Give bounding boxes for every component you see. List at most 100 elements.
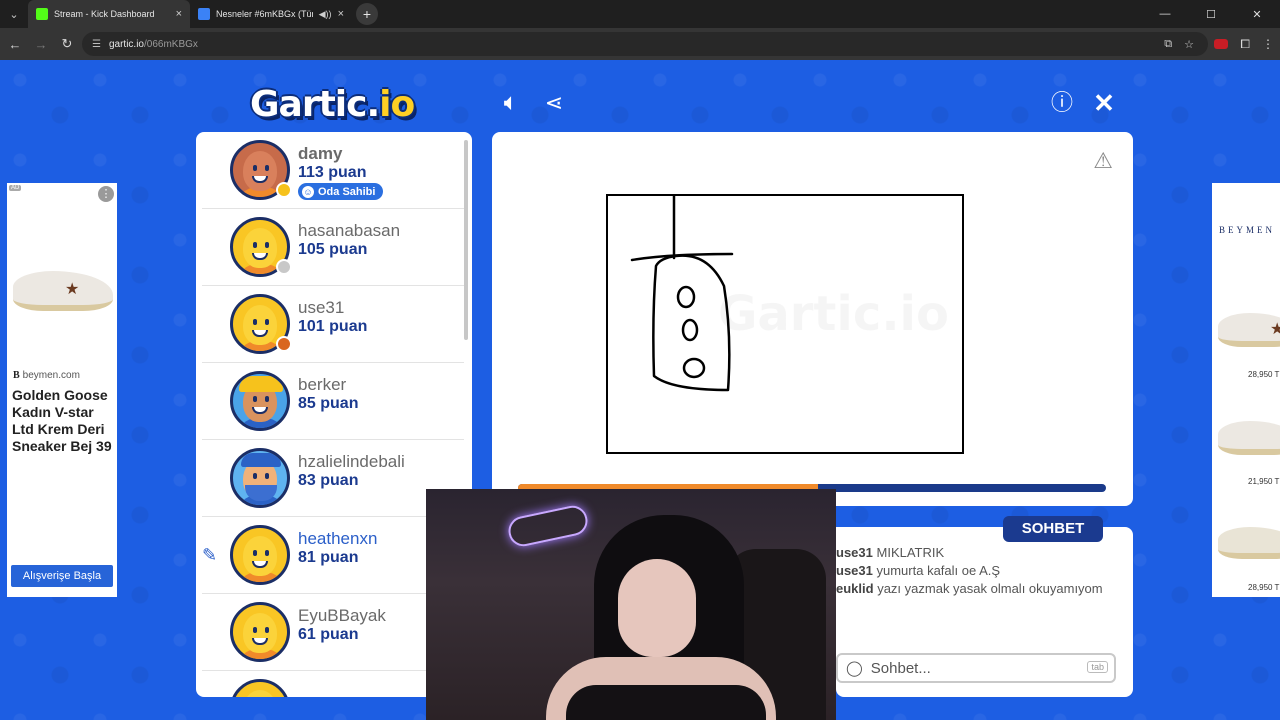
tab-title: Stream - Kick Dashboard	[54, 9, 155, 19]
ad-price: 28,950 T	[1248, 370, 1280, 379]
player-row[interactable]: EyuBBayak 61 puan	[202, 594, 464, 671]
browser-tab-bar: ⌄ Stream - Kick Dashboard × Nesneler #6m…	[0, 0, 1280, 28]
avatar	[230, 371, 290, 431]
bookmark-star-icon[interactable]: ☆	[1184, 38, 1194, 51]
gartic-logo: Gartic.io	[250, 84, 415, 125]
ad-cta-button[interactable]: Alışverişe Başla	[11, 565, 113, 587]
chat-message: use31 yumurta kafalı oe A.Ş	[836, 563, 1001, 578]
chat-message: euklid yazı yazmak yasak olmalı okuyamıy…	[836, 581, 1103, 596]
tab-audio-icon[interactable]: ◀))	[319, 9, 332, 20]
tab-title: Nesneler #6mKBGx (Türkçe	[216, 9, 313, 19]
drawing-canvas[interactable]: Gartic.io	[606, 194, 964, 454]
extension-icon[interactable]	[1214, 39, 1229, 49]
chat-input[interactable]: ◯ Sohbet... tab	[836, 653, 1116, 683]
drawing-panel: ⚠ Gartic.io	[492, 132, 1133, 506]
player-list-scrollbar[interactable]	[464, 140, 468, 340]
webcam-person-face	[618, 559, 696, 657]
sound-icon[interactable]: 🔈︎	[497, 90, 525, 118]
site-info-icon[interactable]: ☰	[92, 39, 101, 50]
player-points: 85 puan	[298, 395, 359, 412]
gartic-favicon-icon	[198, 8, 210, 20]
player-name: EyuBBayak	[298, 606, 386, 625]
address-bar[interactable]: ☰ gartic.io/066mKBGx ⧉ ☆	[82, 32, 1208, 56]
avatar	[230, 602, 290, 662]
left-ad[interactable]: AD ⋮ ★ Bbeymen.com Golden Goose Kadın V-…	[7, 183, 117, 597]
player-row[interactable]: hzalielindebali 83 puan	[202, 440, 464, 517]
player-row[interactable]: hasanabasan 105 puan	[202, 209, 464, 286]
info-icon[interactable]: ⓘ	[1048, 90, 1076, 118]
tab-key-hint: tab	[1087, 661, 1108, 673]
new-tab-button[interactable]: +	[356, 3, 378, 25]
room-owner-badge: ☺ Oda Sahibi	[298, 183, 384, 200]
tab-search-icon[interactable]: ⌄	[0, 8, 28, 21]
chat-message: use31 MIKLATRIK	[836, 545, 945, 560]
player-points: 101 puan	[298, 318, 368, 335]
status-dot	[276, 259, 292, 275]
ad-source: Bbeymen.com	[13, 370, 80, 381]
player-row[interactable]: use31 101 puan	[202, 286, 464, 363]
chat-input-placeholder: Sohbet...	[870, 659, 931, 677]
reload-icon[interactable]: ↻	[54, 36, 80, 52]
right-ad[interactable]: BEYMEN ★ 28,950 T 21,950 T 28,950 T	[1212, 183, 1280, 597]
status-dot	[276, 182, 292, 198]
url-host: gartic.io	[108, 38, 144, 50]
tab-kick-dashboard[interactable]: Stream - Kick Dashboard ×	[28, 0, 190, 28]
player-points: 81 puan	[298, 549, 359, 566]
webcam-neon-sign	[505, 503, 591, 549]
chat-tab[interactable]: SOHBET	[1003, 516, 1103, 542]
player-points: 83 puan	[298, 472, 359, 489]
browser-toolbar: ← → ↻ ☰ gartic.io/066mKBGx ⧉ ☆ ⧠ ⋮	[0, 28, 1280, 60]
ad-price: 28,950 T	[1248, 583, 1280, 592]
player-points: 105 puan	[298, 241, 368, 258]
pencil-icon: ✎	[202, 545, 218, 565]
tab-gartic[interactable]: Nesneler #6mKBGx (Türkçe ◀)) ×	[190, 0, 352, 28]
close-tab-icon[interactable]: ×	[338, 8, 344, 20]
chat-panel: use31 MIKLATRIK use31 yumurta kafalı oe …	[836, 527, 1133, 697]
sneaker-image	[1218, 421, 1280, 455]
player-name: heathenxn	[298, 529, 378, 548]
player-points: 61 puan	[298, 626, 359, 643]
close-window-icon[interactable]: ✕	[1234, 8, 1280, 21]
maximize-icon[interactable]: ☐	[1188, 8, 1234, 21]
share-icon[interactable]: ⋖	[540, 90, 568, 118]
chat-bubble-icon: ◯	[846, 660, 863, 677]
player-row[interactable]: damy 113 puan ☺ Oda Sahibi	[202, 132, 464, 209]
cast-icon[interactable]: ⧉	[1164, 38, 1172, 51]
webcam-person-shirt	[566, 685, 766, 720]
player-name: damy	[298, 144, 343, 163]
webcam-overlay	[426, 489, 836, 720]
player-row[interactable]: ✎ heathenxn 81 puan	[202, 517, 464, 594]
ad-tag: AD	[9, 185, 22, 191]
player-name: hasanabasan	[298, 221, 401, 240]
sneaker-image: ★	[13, 271, 113, 311]
close-tab-icon[interactable]: ×	[176, 8, 182, 20]
kick-favicon-icon	[36, 8, 48, 20]
ad-options-icon[interactable]: ⋮	[98, 186, 114, 202]
back-icon[interactable]: ←	[2, 37, 28, 52]
forward-icon[interactable]: →	[28, 37, 54, 52]
sneaker-image: ★	[1218, 313, 1280, 347]
player-name: hzalielindebali	[298, 452, 405, 471]
avatar	[230, 448, 290, 508]
logo-io-text: io	[379, 84, 415, 125]
sneaker-image	[1218, 527, 1280, 559]
drawing-strokes	[630, 196, 734, 392]
player-row[interactable]	[202, 671, 464, 697]
report-warning-icon[interactable]: ⚠	[1093, 148, 1113, 174]
player-points: 113 puan	[298, 164, 367, 181]
status-dot	[276, 336, 292, 352]
ad-brand: BEYMEN	[1219, 225, 1275, 235]
extensions-puzzle-icon[interactable]: ⧠	[1240, 37, 1250, 52]
ad-price: 21,950 T	[1248, 477, 1280, 486]
owner-icon: ☺	[302, 185, 314, 198]
minimize-icon[interactable]: —	[1142, 8, 1188, 20]
ad-headline: Golden Goose Kadın V-star Ltd Krem Deri …	[12, 387, 112, 454]
player-name: use31	[298, 298, 345, 317]
url-path: /066mKBGx	[143, 38, 198, 50]
player-row[interactable]: berker 85 puan	[202, 363, 464, 440]
owner-badge-label: Oda Sahibi	[318, 185, 376, 198]
avatar	[230, 679, 290, 697]
close-game-icon[interactable]: ✕	[1090, 90, 1118, 118]
menu-dots-icon[interactable]: ⋮	[1262, 37, 1274, 51]
window-controls: — ☐ ✕	[1142, 0, 1280, 28]
